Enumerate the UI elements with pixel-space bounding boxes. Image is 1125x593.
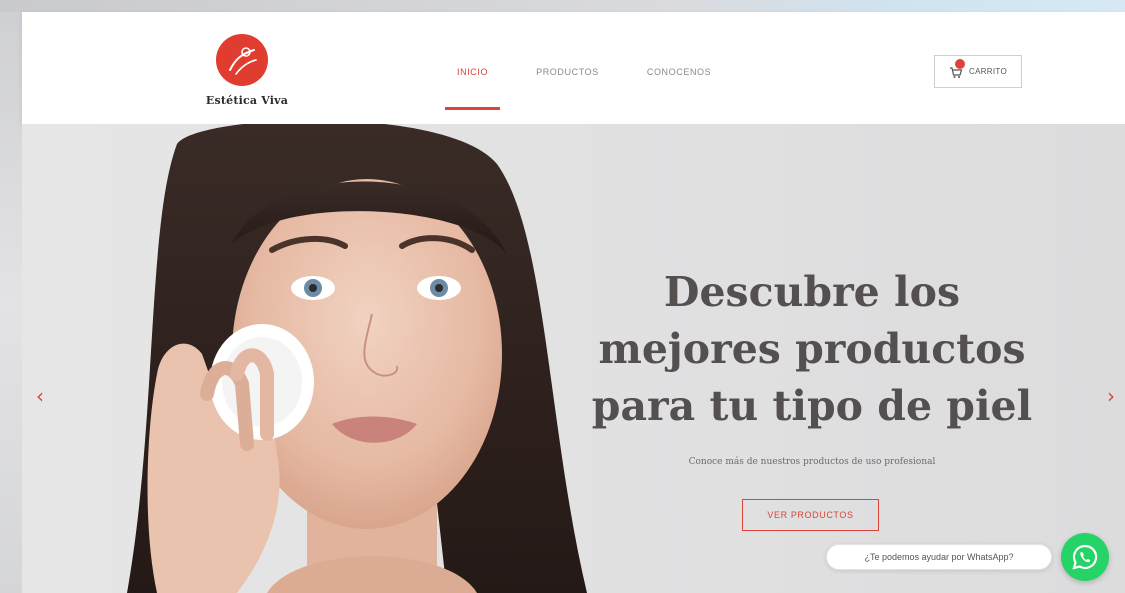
cart-label: CARRITO [969,67,1007,76]
main-nav: INICIO PRODUCTOS CONOCENOS [444,62,721,110]
brand-name: Estética Viva [205,94,289,107]
cart-count-badge [955,58,966,69]
hero-slider: ‹ › Descubre los mejores productos para … [22,124,1125,593]
hero-subtitle: Conoce más de nuestros productos de uso … [688,457,936,467]
nav-item-productos[interactable]: PRODUCTOS [526,67,609,77]
cart-button[interactable]: CARRITO [934,55,1022,88]
cart-icon [949,58,966,79]
logo-mark-icon [216,34,268,86]
chevron-left-icon[interactable]: ‹ [31,384,49,408]
hero-title: Descubre los mejores productos para tu t… [582,264,1042,435]
browser-top-strip [0,0,1125,12]
brand-logo[interactable]: Estética Viva [197,34,297,118]
page: Estética Viva INICIO PRODUCTOS CONOCENOS… [0,0,1125,593]
nav-item-conocenos[interactable]: CONOCENOS [637,67,721,77]
browser-left-strip [0,12,22,593]
nav-item-inicio[interactable]: INICIO [444,67,501,110]
hero-title-line-3: para tu tipo de piel [591,382,1033,430]
hero-title-line-1: Descubre los [663,268,961,316]
whatsapp-help-bubble[interactable]: ¿Te podemos ayudar por WhatsApp? [826,544,1052,570]
whatsapp-button[interactable] [1061,533,1109,581]
view-products-button[interactable]: VER PRODUCTOS [742,499,879,531]
whatsapp-icon [1072,544,1098,570]
hero-model-image [127,124,587,593]
hero-title-line-2: mejores productos [598,325,1026,373]
site-header: Estética Viva INICIO PRODUCTOS CONOCENOS… [22,12,1125,124]
chevron-right-icon[interactable]: › [1102,384,1120,408]
